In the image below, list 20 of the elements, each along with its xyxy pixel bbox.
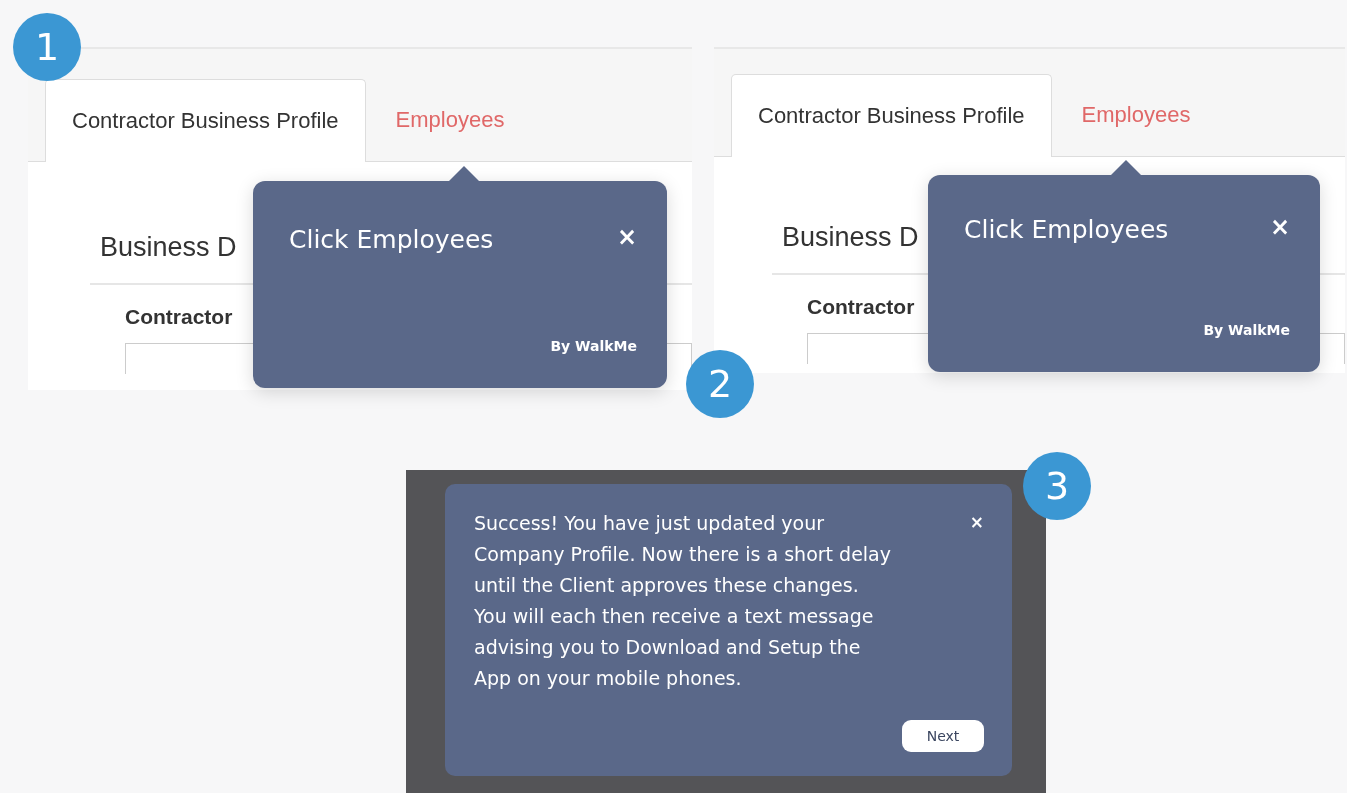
- field-label: Contractor: [125, 305, 233, 329]
- tab[interactable]: Employees: [1051, 74, 1221, 156]
- section-heading: Business D: [782, 222, 919, 253]
- tab[interactable]: Contractor Business Profile: [45, 79, 366, 162]
- tooltip-credit: By WalkMe: [550, 338, 637, 354]
- step-badge: 3: [1023, 452, 1091, 520]
- step-badge: 1: [13, 13, 81, 81]
- step-badge: 2: [686, 350, 754, 418]
- tooltip-credit: By WalkMe: [1203, 322, 1290, 338]
- tooltip-title: Click Employees: [964, 215, 1169, 244]
- next-button[interactable]: Next: [902, 720, 984, 752]
- close-button[interactable]: ×: [969, 514, 984, 531]
- tooltip-title: Click Employees: [289, 225, 494, 254]
- dialog-message: Success! You have just updated your Company Profile. Now there is a short delay until the Client approves these changes. You will each then receive a text message advising you to Download and Setup the App on your mobile phones.: [474, 511, 891, 691]
- close-button[interactable]: ×: [616, 225, 637, 249]
- field-label: Contractor: [807, 295, 915, 319]
- close-button[interactable]: ×: [1269, 215, 1290, 239]
- tab[interactable]: Contractor Business Profile: [731, 74, 1052, 157]
- section-heading: Business D: [100, 232, 237, 263]
- tab[interactable]: Employees: [365, 79, 535, 161]
